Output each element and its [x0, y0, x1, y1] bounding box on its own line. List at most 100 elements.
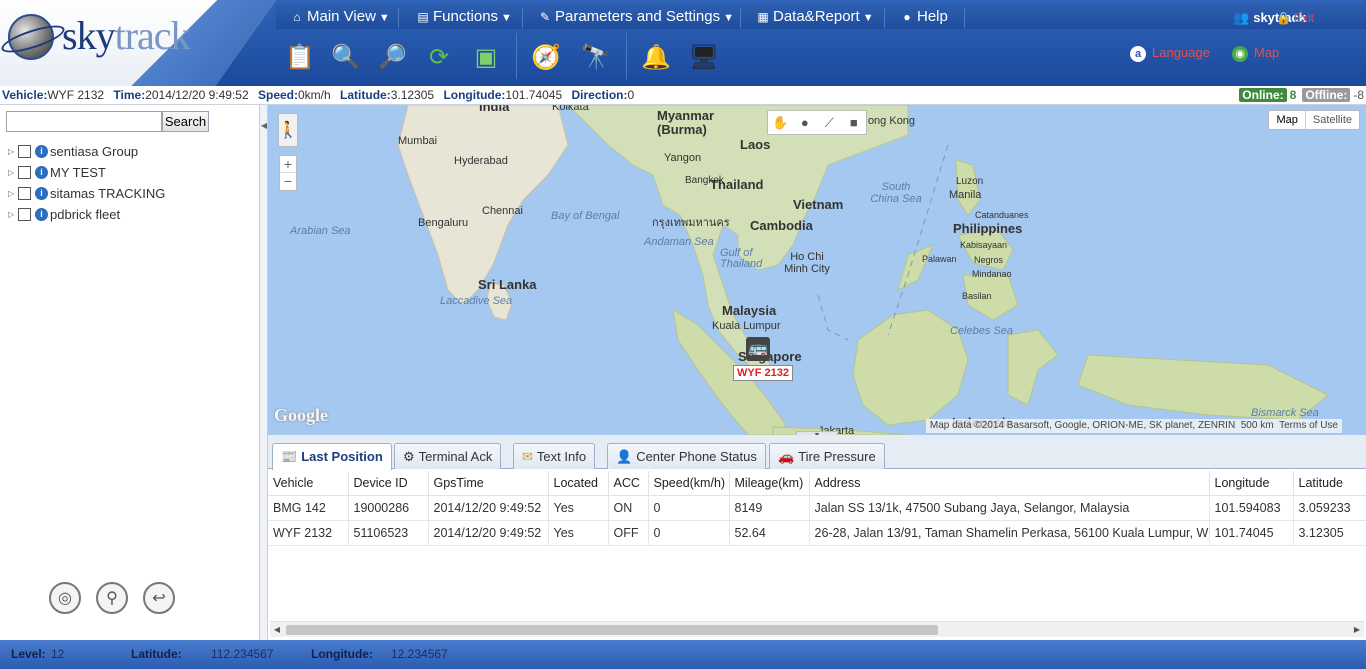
draw-polyline-icon[interactable]: ⟋ [817, 111, 842, 134]
search-input[interactable] [6, 111, 162, 132]
vehicle-bus-icon[interactable]: 🚌 [746, 337, 770, 361]
map-view[interactable]: India Kolkata Myanmar (Burma) Laos Hong … [268, 105, 1366, 435]
panel-splitter[interactable]: ◀ [260, 105, 268, 640]
map-drawing-tools: ✋ ● ⟋ ■ [767, 110, 867, 135]
user-icon: 👥 [1233, 10, 1254, 25]
table-cell: 19000286 [348, 495, 429, 521]
map-zoom-out-button[interactable]: − [280, 173, 296, 190]
gear-icon: ⚙ [403, 448, 415, 464]
group-label: MY TEST [50, 164, 106, 180]
group-checkbox[interactable] [18, 165, 31, 179]
group-label: pdbrick fleet [50, 206, 121, 222]
map-label: Myanmar (Burma) [657, 108, 715, 137]
vehicle-info-bar: Vehicle:WYF 2132 Time:2014/12/20 9:49:52… [0, 86, 1366, 105]
locate-button[interactable]: ◎ [49, 582, 81, 614]
map-type-map-button[interactable]: Map [1269, 111, 1306, 129]
scrollbar-thumb[interactable] [286, 625, 938, 635]
search-button[interactable]: Search [162, 111, 209, 132]
zoom-out-button[interactable]: 🔍 [328, 39, 364, 75]
table-cell: 0 [648, 520, 730, 546]
map-link[interactable]: ◉ Map [1232, 45, 1279, 62]
return-button[interactable]: ↩ [143, 582, 175, 614]
expand-arrow-icon[interactable]: ▷ [8, 147, 18, 156]
wrench-icon: ✎ [539, 10, 551, 24]
tab-terminal-ack[interactable]: ⚙ Terminal Ack [394, 443, 502, 469]
latitude-label: Latitude: [340, 88, 391, 102]
terms-link[interactable]: Terms of Use [1279, 420, 1338, 431]
tab-last-position[interactable]: 📰 Last Position [272, 443, 392, 470]
table-cell: Yes [548, 495, 609, 521]
map-label: Laos [740, 137, 771, 152]
column-header[interactable]: Latitude [1293, 471, 1366, 496]
horizontal-scrollbar[interactable]: ◀ ▶ [270, 621, 1364, 637]
table-cell: Yes [548, 520, 609, 546]
tab-center-phone-status[interactable]: 👤 Center Phone Status [607, 443, 766, 469]
column-header[interactable]: Located [548, 471, 609, 496]
zoom-in-button[interactable]: 🔎 [374, 39, 410, 75]
scroll-left-icon[interactable]: ◀ [270, 622, 284, 637]
alarm-button[interactable]: 🔔 [638, 39, 674, 75]
binoculars-icon: 🔭 [581, 43, 611, 71]
key-search-icon: ⚲ [106, 590, 118, 607]
column-header[interactable]: Mileage(km) [729, 471, 810, 496]
driver-button[interactable]: 🧭 [528, 39, 564, 75]
exit-link[interactable]: 🔒 Exit [1276, 11, 1314, 25]
map-zoom-in-button[interactable]: + [280, 156, 296, 173]
home-icon: ⌂ [293, 10, 301, 24]
menu-parameters-settings[interactable]: ✎ Parameters and Settings ▼ [532, 6, 734, 28]
group-checkbox[interactable] [18, 207, 31, 221]
last-position-table: Vehicle Device ID GpsTime Located ACC Sp… [268, 471, 1366, 621]
tab-text-info[interactable]: ✉ Text Info [513, 443, 596, 469]
table-row[interactable]: WYF 2132 51106523 2014/12/20 9:49:52 Yes… [268, 520, 1366, 546]
tab-tire-pressure[interactable]: 🚗 Tire Pressure [769, 443, 885, 469]
group-checkbox[interactable] [18, 144, 31, 158]
map-fit-button[interactable]: ▣ [468, 39, 504, 75]
collapse-left-icon[interactable]: ◀ [260, 115, 268, 137]
tree-group-pdbrick[interactable]: ▷ i pdbrick fleet [8, 205, 120, 223]
expand-arrow-icon[interactable]: ▷ [8, 168, 18, 177]
draw-circle-icon[interactable]: ● [793, 111, 818, 134]
scroll-right-icon[interactable]: ▶ [1350, 622, 1364, 637]
table-cell: WYF 2132 [268, 520, 349, 546]
hand-pan-icon[interactable]: ✋ [768, 111, 793, 134]
map-label: Bay of Bengal [551, 210, 620, 222]
column-header[interactable]: Longitude [1209, 471, 1294, 496]
search-tool-button[interactable]: ⚲ [96, 582, 128, 614]
app-header: skytrack ⌂ Main View ▼ ▤ Functions ▼ ✎ Parame… [0, 0, 1366, 86]
refresh-button[interactable]: ⟳ [421, 39, 457, 75]
column-header[interactable]: Speed(km/h) [648, 471, 730, 496]
tree-group-sentiasa[interactable]: ▷ i sentiasa Group [8, 142, 138, 160]
group-checkbox[interactable] [18, 186, 31, 200]
tree-group-sitamas[interactable]: ▷ i sitamas TRACKING [8, 184, 165, 202]
language-link[interactable]: a Language [1130, 45, 1210, 62]
bottom-tabs: 📰 Last Position ⚙ Terminal Ack ✉ Text Info … [268, 435, 1366, 470]
map-type-satellite-button[interactable]: Satellite [1306, 111, 1359, 129]
map-label: India [479, 105, 510, 114]
tree-group-my-test[interactable]: ▷ i MY TEST [8, 163, 106, 181]
menu-functions[interactable]: ▤ Functions ▼ [410, 6, 512, 28]
vehicle-list-button[interactable]: 📋 [282, 39, 318, 75]
menu-main-view[interactable]: ⌂ Main View ▼ [284, 6, 389, 28]
column-header[interactable]: ACC [608, 471, 649, 496]
table-cell: 8149 [729, 495, 810, 521]
group-label: sentiasa Group [50, 143, 139, 159]
menu-data-report[interactable]: ▦ Data&Report ▼ [750, 6, 873, 28]
user-help-icon: ● [903, 10, 911, 24]
draw-rectangle-icon[interactable]: ■ [842, 111, 867, 134]
column-header[interactable]: GpsTime [428, 471, 549, 496]
report-icon: ▦ [757, 10, 769, 24]
expand-arrow-icon[interactable]: ▷ [8, 189, 18, 198]
menu-help[interactable]: ● Help [894, 6, 947, 28]
vehicle-map-label[interactable]: WYF 2132 [733, 365, 793, 381]
table-row[interactable]: BMG 142 19000286 2014/12/20 9:49:52 Yes … [268, 495, 1366, 521]
expand-arrow-icon[interactable]: ▷ [8, 210, 18, 219]
toolbar-divider [626, 33, 627, 79]
column-header[interactable]: Device ID [348, 471, 429, 496]
column-header[interactable]: Address [809, 471, 1210, 496]
online-count: 8 [1289, 88, 1297, 102]
column-header[interactable]: Vehicle [268, 471, 349, 496]
find-button[interactable]: 🔭 [578, 39, 614, 75]
street-view-pegman-icon[interactable]: 🚶 [278, 113, 298, 147]
monitor-button[interactable]: 🖥 [686, 39, 722, 75]
map-label: Hong Kong [860, 115, 916, 127]
